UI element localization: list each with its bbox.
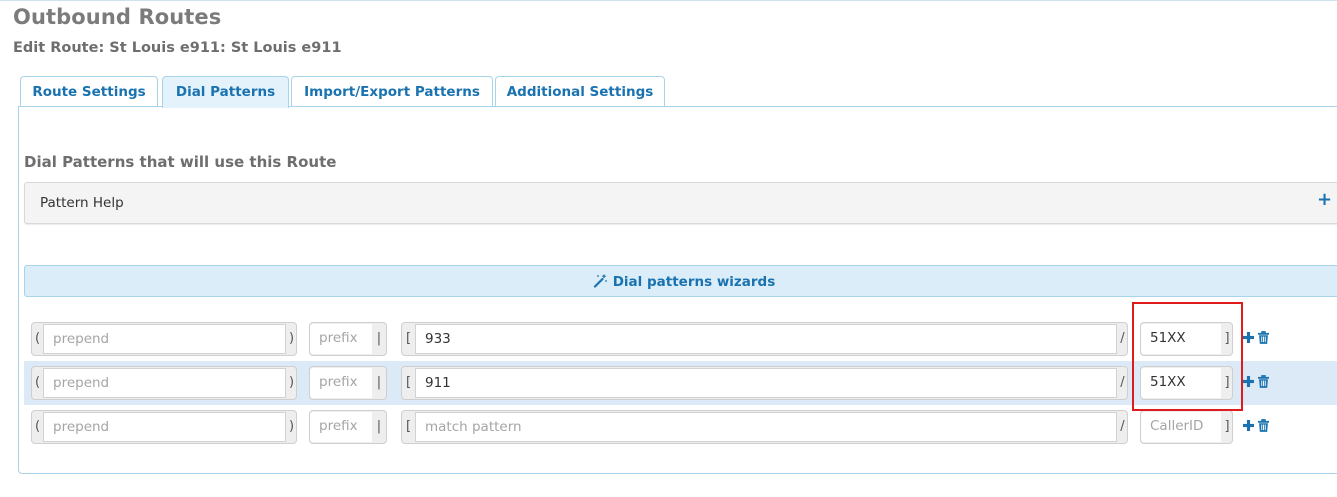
match-separator: / (1120, 331, 1125, 346)
add-row-plus-icon[interactable] (1243, 332, 1254, 343)
callerid-close-bracket: ] (1224, 331, 1230, 346)
page-subtitle: Edit Route: St Louis e911: St Louis e911 (13, 40, 342, 56)
callerid-input[interactable]: 51XX (1141, 368, 1221, 398)
callerid-close-bracket: ] (1224, 419, 1230, 434)
tab-additional-settings[interactable]: Additional Settings (495, 76, 665, 107)
add-row-plus-icon[interactable] (1243, 376, 1254, 387)
match-pattern-group: [933/ (401, 322, 1128, 356)
prefix-input[interactable]: prefix (310, 324, 372, 354)
tab-dial-patterns[interactable]: Dial Patterns (162, 76, 289, 108)
prefix-group: prefix | (309, 366, 387, 400)
prepend-input[interactable]: prepend (43, 412, 286, 442)
prefix-input[interactable]: prefix (310, 368, 372, 398)
delete-row-trash-icon[interactable] (1258, 419, 1269, 432)
callerid-group: 51XX] (1140, 322, 1233, 356)
match-open-bracket: [ (405, 419, 412, 434)
prefix-separator: | (376, 419, 382, 434)
tab-import-export-patterns[interactable]: Import/Export Patterns (291, 76, 493, 107)
prepend-open-paren: ( (34, 375, 41, 390)
match-pattern-input[interactable]: 933 (415, 324, 1117, 354)
match-pattern-input[interactable]: 911 (415, 368, 1117, 398)
wizard-label: Dial patterns wizards (612, 274, 776, 290)
prepend-group: (prepend) (31, 366, 297, 400)
delete-row-trash-icon[interactable] (1258, 331, 1269, 344)
prepend-close-paren: ) (288, 419, 295, 434)
prefix-input[interactable]: prefix (310, 412, 372, 442)
prepend-input[interactable]: prepend (43, 324, 286, 354)
callerid-close-bracket: ] (1224, 375, 1230, 390)
prefix-separator: | (376, 375, 382, 390)
match-separator: / (1120, 375, 1125, 390)
pattern-help-panel[interactable]: Pattern Help + (24, 182, 1337, 224)
match-pattern-group: [911/ (401, 366, 1128, 400)
match-separator: / (1120, 419, 1125, 434)
match-pattern-input[interactable]: match pattern (415, 412, 1117, 442)
expand-plus-icon[interactable]: + (1317, 189, 1332, 210)
prepend-group: (prepend) (31, 322, 297, 356)
section-title: Dial Patterns that will use this Route (24, 153, 337, 171)
match-pattern-group: [match pattern / (401, 410, 1128, 444)
match-open-bracket: [ (405, 331, 412, 346)
tab-route-settings[interactable]: Route Settings (20, 76, 158, 107)
prepend-input[interactable]: prepend (43, 368, 286, 398)
callerid-input[interactable]: 51XX (1141, 324, 1221, 354)
callerid-group: CallerID] (1140, 410, 1233, 444)
prepend-open-paren: ( (34, 331, 41, 346)
callerid-group: 51XX] (1140, 366, 1233, 400)
prepend-group: (prepend) (31, 410, 297, 444)
prefix-group: prefix | (309, 322, 387, 356)
dial-patterns-wizard-button[interactable]: Dial patterns wizards (24, 265, 1337, 297)
top-border (0, 0, 1337, 1)
prepend-close-paren: ) (288, 375, 295, 390)
page-title: Outbound Routes (13, 5, 222, 29)
add-row-plus-icon[interactable] (1243, 420, 1254, 431)
pattern-help-label: Pattern Help (40, 195, 124, 211)
prefix-separator: | (376, 331, 382, 346)
match-open-bracket: [ (405, 375, 412, 390)
prepend-close-paren: ) (288, 331, 295, 346)
callerid-input[interactable]: CallerID (1141, 412, 1221, 442)
magic-wand-icon (593, 274, 607, 288)
prepend-open-paren: ( (34, 419, 41, 434)
prefix-group: prefix | (309, 410, 387, 444)
delete-row-trash-icon[interactable] (1258, 375, 1269, 388)
